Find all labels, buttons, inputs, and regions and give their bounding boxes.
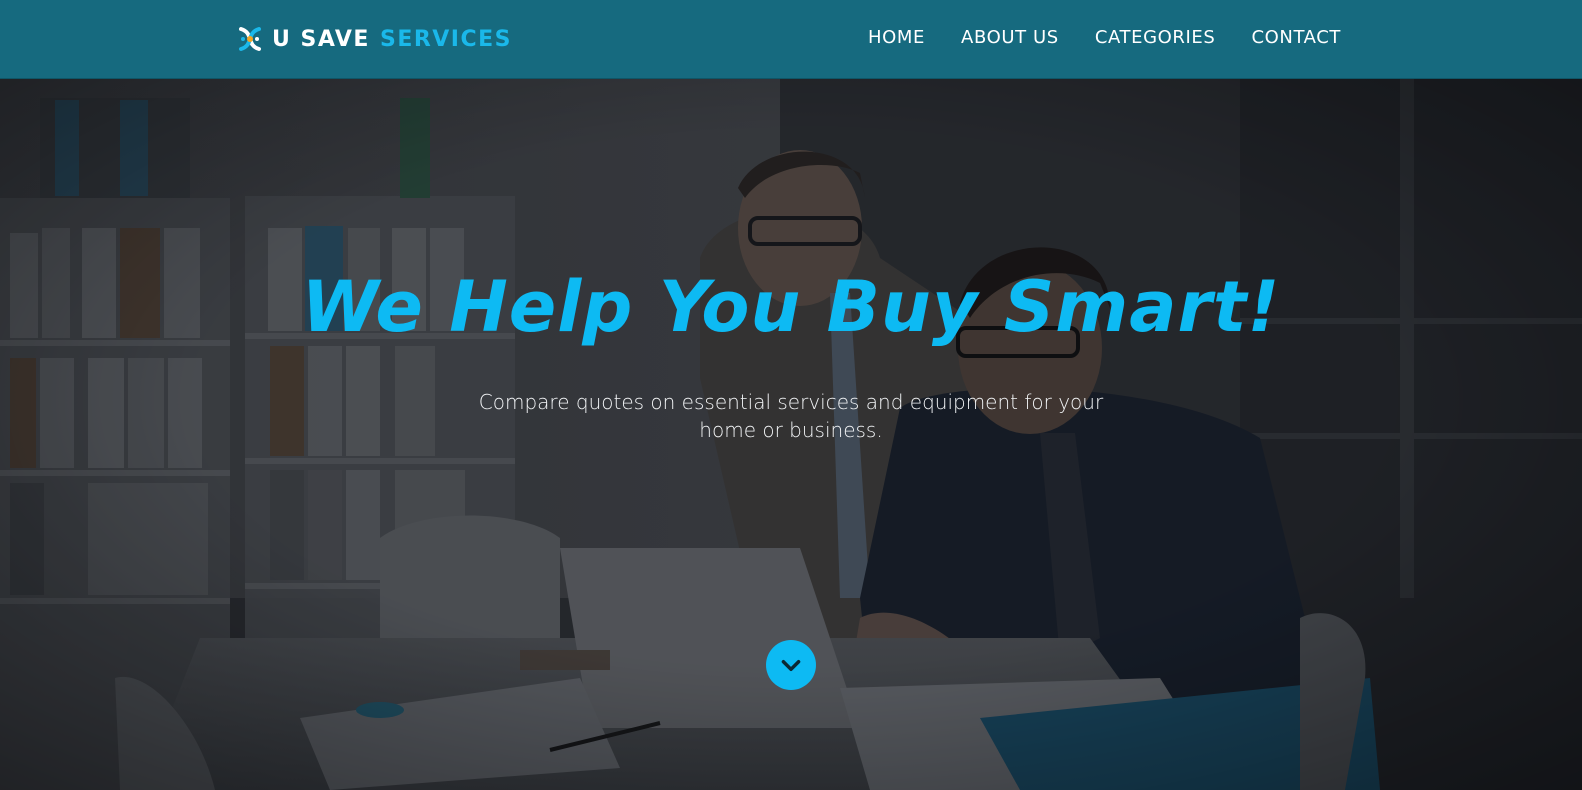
logo-text-secondary: SERVICES [379, 26, 513, 52]
dna-ribbon-logo-icon [239, 27, 261, 51]
main-nav: HOME ABOUT US CATEGORIES CONTACT [868, 0, 1341, 74]
site-logo[interactable]: U SAVE SERVICES [234, 22, 512, 56]
landing-page: U SAVE SERVICES HOME ABOUT US CATEGORIES… [0, 0, 1582, 790]
nav-home[interactable]: HOME [868, 27, 925, 48]
nav-about-us[interactable]: ABOUT US [961, 27, 1059, 48]
nav-contact[interactable]: CONTACT [1251, 27, 1341, 48]
hero-title: We Help You Buy Smart! [301, 266, 1281, 348]
site-header: U SAVE SERVICES HOME ABOUT US CATEGORIES… [0, 0, 1582, 79]
chevron-down-icon [781, 660, 801, 672]
logo-text-primary: U SAVE [272, 26, 370, 52]
hero-subtitle: Compare quotes on essential services and… [478, 390, 1104, 442]
nav-categories[interactable]: CATEGORIES [1095, 27, 1216, 48]
scroll-down-button[interactable] [766, 640, 816, 690]
